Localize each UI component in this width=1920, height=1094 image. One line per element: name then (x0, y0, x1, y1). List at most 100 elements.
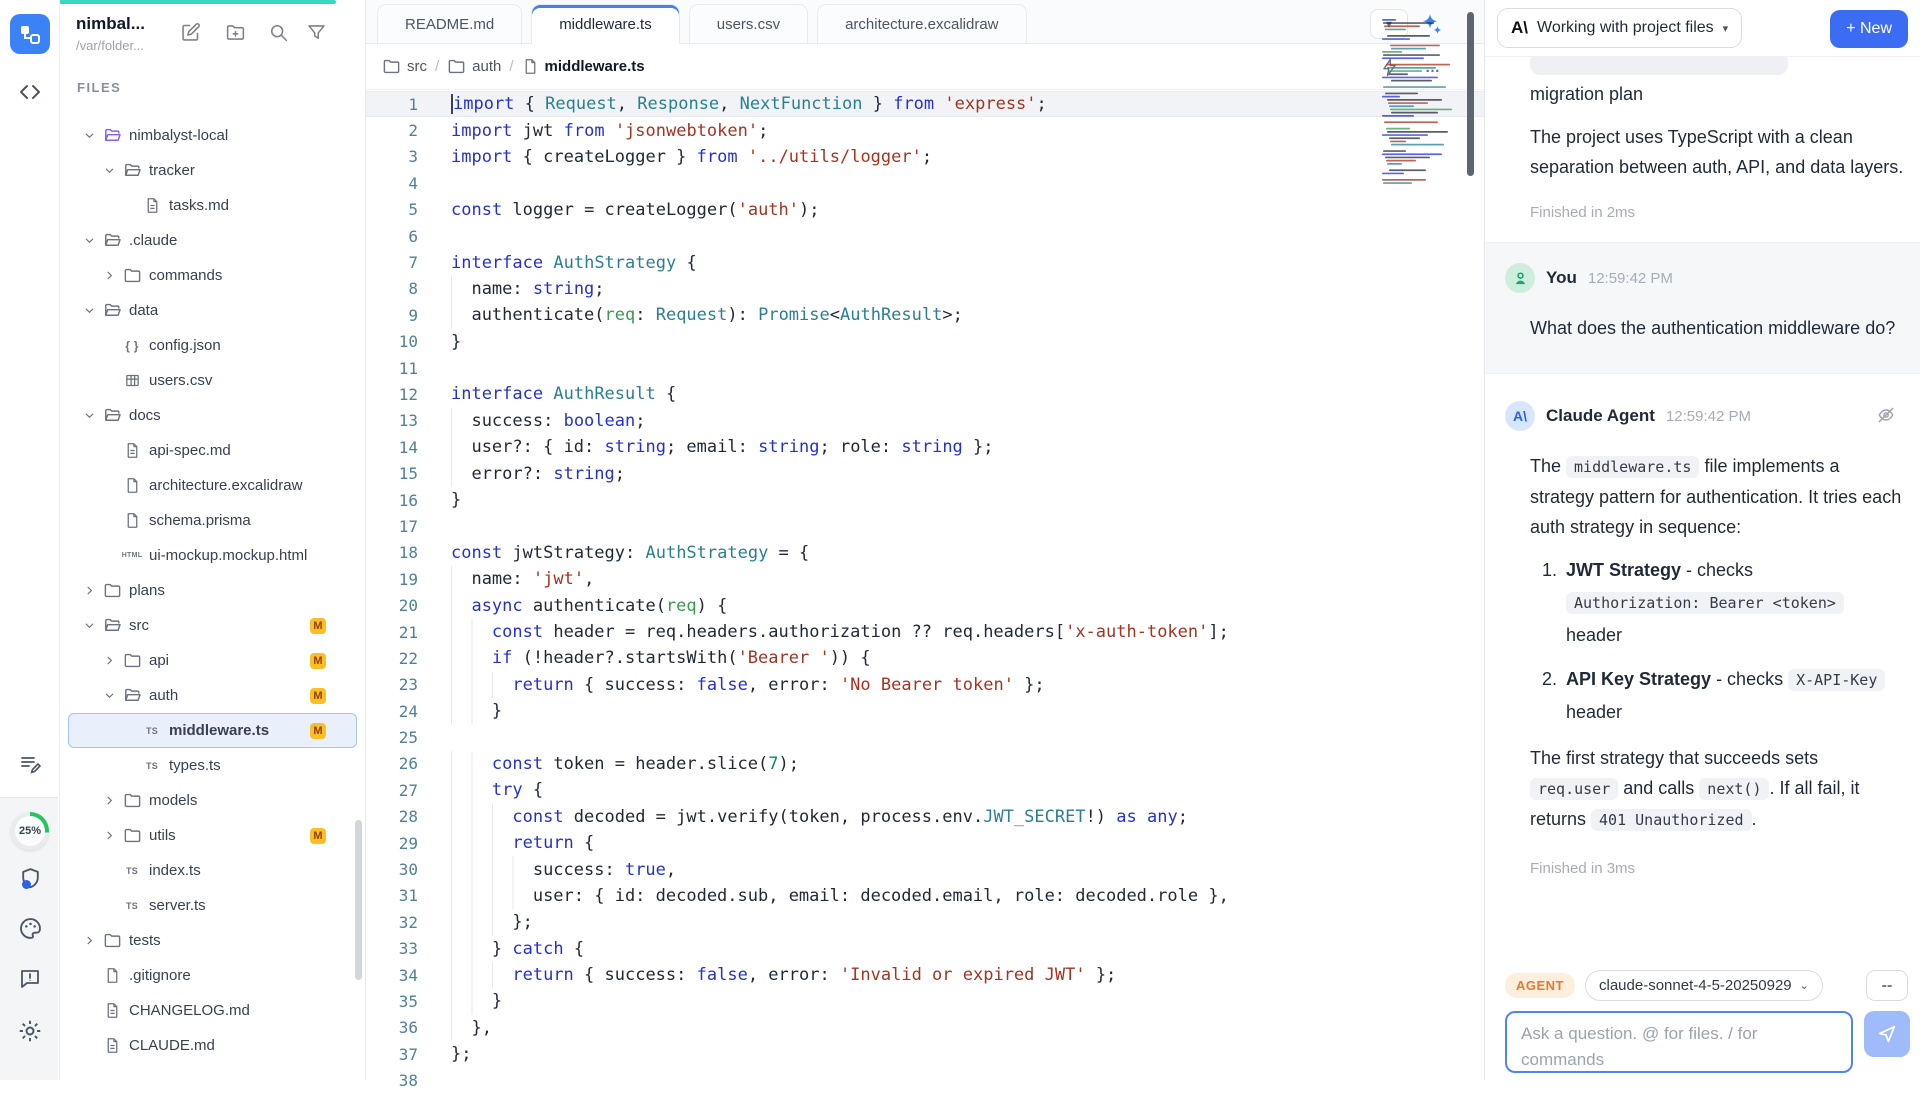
tree-item-commands[interactable]: commands (68, 258, 357, 293)
tree-item-models[interactable]: models (68, 783, 357, 818)
tree-item-api-spec-md[interactable]: api-spec.md (68, 433, 357, 468)
tree-item-tasks-md[interactable]: tasks.md (68, 188, 357, 223)
tree-item-config-json[interactable]: { }config.json (68, 328, 357, 363)
tree-item-plans[interactable]: plans (68, 573, 357, 608)
tree-item-docs[interactable]: docs (68, 398, 357, 433)
chat-input[interactable]: Ask a question. @ for files. / for comma… (1505, 1011, 1853, 1073)
chevron-down-icon[interactable] (81, 305, 97, 316)
code-line[interactable]: 4 (366, 170, 1484, 196)
code-line[interactable]: 32}; (366, 909, 1484, 935)
code-line[interactable]: 17 (366, 513, 1484, 539)
tab-middleware-ts[interactable]: middleware.ts (531, 4, 680, 44)
code-line[interactable]: 38 (366, 1067, 1484, 1093)
tree-item-tests[interactable]: tests (68, 923, 357, 958)
code-line[interactable]: 31user: { id: decoded.sub, email: decode… (366, 883, 1484, 909)
breadcrumb-item-auth[interactable]: auth (447, 57, 501, 76)
code-line[interactable]: 25 (366, 724, 1484, 750)
tree-item-auth[interactable]: authM (68, 678, 357, 713)
code-line[interactable]: 34return { success: false, error: 'Inval… (366, 962, 1484, 988)
send-button[interactable] (1864, 1011, 1910, 1057)
tree-item-nimbalyst-local[interactable]: nimbalyst-local (68, 118, 357, 153)
code-line[interactable]: 11 (366, 355, 1484, 381)
tab-architecture-excalidraw[interactable]: architecture.excalidraw (817, 4, 1026, 43)
chevron-down-icon[interactable] (81, 620, 97, 631)
chevron-right-icon[interactable] (101, 270, 117, 281)
code-line[interactable]: 5const logger = createLogger('auth'); (366, 197, 1484, 223)
code-line[interactable]: 2import jwt from 'jsonwebtoken'; (366, 117, 1484, 143)
hide-message-eye-off-icon[interactable] (1876, 405, 1896, 425)
code-line[interactable]: 35} (366, 988, 1484, 1014)
code-line[interactable]: 36}, (366, 1015, 1484, 1041)
code-line[interactable]: 24} (366, 698, 1484, 724)
sidebar-scrollbar[interactable] (355, 820, 362, 980)
chevron-down-icon[interactable] (101, 690, 117, 701)
conversation-scope-dropdown[interactable]: A\ Working with project files ▾ (1497, 8, 1742, 48)
code-line[interactable]: 33} catch { (366, 936, 1484, 962)
code-line[interactable]: 14user?: { id: string; email: string; ro… (366, 434, 1484, 460)
code-view-icon[interactable] (0, 80, 60, 104)
search-icon[interactable] (268, 22, 289, 43)
code-line[interactable]: 18const jwtStrategy: AuthStrategy = { (366, 540, 1484, 566)
tree-item-tracker[interactable]: tracker (68, 153, 357, 188)
tree-item-utils[interactable]: utilsM (68, 818, 357, 853)
new-file-icon[interactable] (180, 22, 201, 43)
app-logo[interactable] (10, 14, 50, 54)
code-line[interactable]: 21const header = req.headers.authorizati… (366, 619, 1484, 645)
code-line[interactable]: 28const decoded = jwt.verify(token, proc… (366, 804, 1484, 830)
shield-icon[interactable] (0, 866, 60, 891)
tree-item--claude[interactable]: .claude (68, 223, 357, 258)
code-editor[interactable]: 1import { Request, Response, NextFunctio… (366, 91, 1484, 1080)
chevron-down-icon[interactable] (81, 235, 97, 246)
tree-item-changelog-md[interactable]: CHANGELOG.md (68, 993, 357, 1028)
chevron-right-icon[interactable] (101, 830, 117, 841)
chevron-down-icon[interactable] (81, 410, 97, 421)
code-line[interactable]: 16} (366, 487, 1484, 513)
code-line[interactable]: 1import { Request, Response, NextFunctio… (366, 91, 1484, 117)
code-line[interactable]: 3import { createLogger } from '../utils/… (366, 144, 1484, 170)
settings-gear-icon[interactable] (0, 1018, 60, 1044)
chevron-down-icon[interactable] (81, 130, 97, 141)
tree-item-users-csv[interactable]: users.csv (68, 363, 357, 398)
breadcrumb-item-src[interactable]: src (382, 57, 427, 76)
code-line[interactable]: 23return { success: false, error: 'No Be… (366, 672, 1484, 698)
breadcrumb-item-middleware-ts[interactable]: middleware.ts (522, 58, 645, 75)
minimap[interactable] (1380, 19, 1466, 189)
tree-item-schema-prisma[interactable]: schema.prisma (68, 503, 357, 538)
editor-scrollbar[interactable] (1467, 12, 1474, 176)
tree-item-data[interactable]: data (68, 293, 357, 328)
chevron-right-icon[interactable] (101, 795, 117, 806)
code-line[interactable]: 13success: boolean; (366, 408, 1484, 434)
tree-item-ui-mockup-mockup-html[interactable]: HTMLui-mockup.mockup.html (68, 538, 357, 573)
code-line[interactable]: 22if (!header?.startsWith('Bearer ')) { (366, 645, 1484, 671)
tree-item-api[interactable]: apiM (68, 643, 357, 678)
new-chat-button[interactable]: + New (1830, 10, 1908, 48)
code-line[interactable]: 12interface AuthResult { (366, 381, 1484, 407)
code-line[interactable]: 6 (366, 223, 1484, 249)
notes-compose-icon[interactable] (0, 752, 60, 776)
code-line[interactable]: 30success: true, (366, 856, 1484, 882)
code-line[interactable]: 7interface AuthStrategy { (366, 249, 1484, 275)
tree-item-types-ts[interactable]: TStypes.ts (68, 748, 357, 783)
code-line[interactable]: 29return { (366, 830, 1484, 856)
code-line[interactable]: 20async authenticate(req) { (366, 592, 1484, 618)
chevron-down-icon[interactable] (101, 165, 117, 176)
chevron-right-icon[interactable] (81, 935, 97, 946)
tab-readme-md[interactable]: README.md (377, 4, 522, 43)
tree-item-index-ts[interactable]: TSindex.ts (68, 853, 357, 888)
collapse-panel-button[interactable]: -- (1866, 970, 1908, 1001)
tree-item-architecture-excalidraw[interactable]: architecture.excalidraw (68, 468, 357, 503)
code-line[interactable]: 27try { (366, 777, 1484, 803)
tree-item-src[interactable]: srcM (68, 608, 357, 643)
chevron-right-icon[interactable] (81, 585, 97, 596)
code-line[interactable]: 37}; (366, 1041, 1484, 1067)
feedback-icon[interactable] (0, 966, 60, 990)
new-folder-icon[interactable] (225, 22, 246, 43)
chevron-right-icon[interactable] (101, 655, 117, 666)
filter-funnel-icon[interactable] (306, 22, 327, 43)
tree-item-middleware-ts[interactable]: TSmiddleware.tsM (68, 713, 357, 748)
tree-item-server-ts[interactable]: TSserver.ts (68, 888, 357, 923)
theme-palette-icon[interactable] (0, 916, 60, 941)
code-line[interactable]: 8name: string; (366, 276, 1484, 302)
code-line[interactable]: 10} (366, 329, 1484, 355)
code-line[interactable]: 26const token = header.slice(7); (366, 751, 1484, 777)
